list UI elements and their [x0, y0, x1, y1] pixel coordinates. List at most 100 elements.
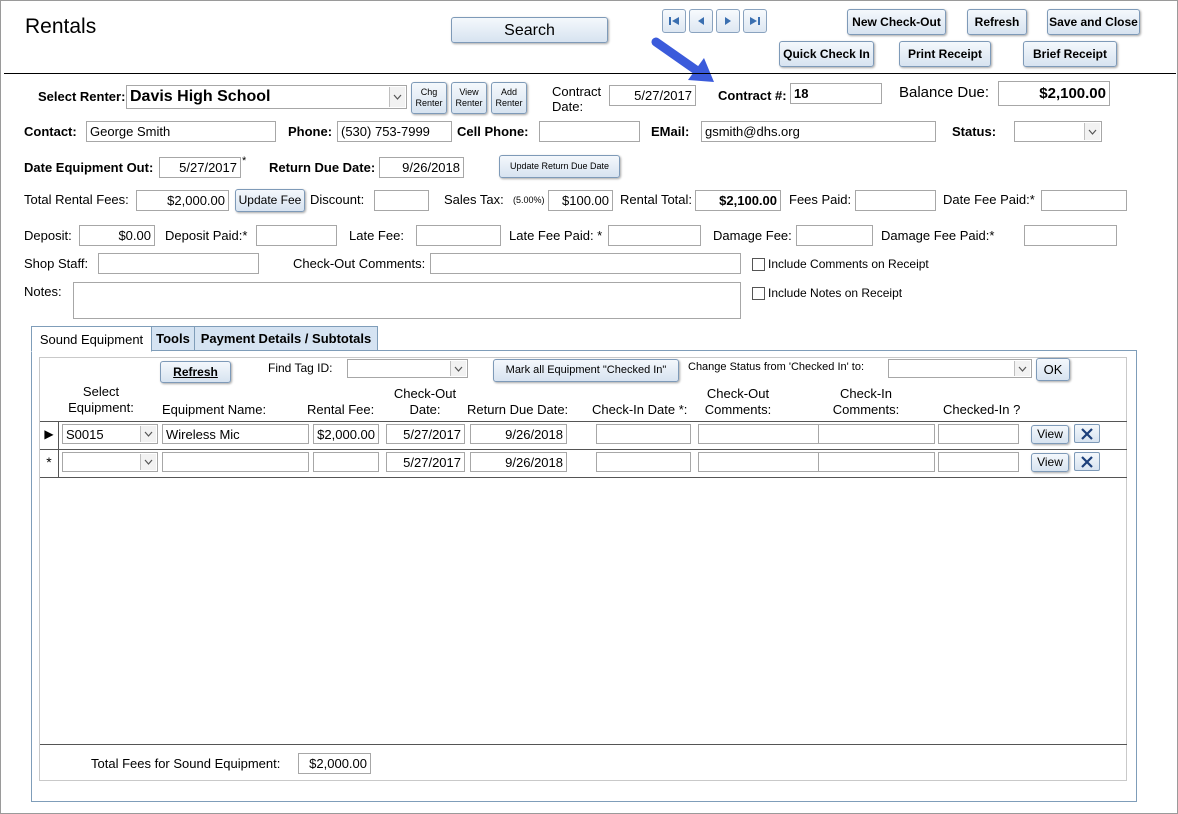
contract-number-label: Contract #:: [718, 88, 787, 103]
delete-row-button[interactable]: [1074, 424, 1100, 443]
contract-number-field[interactable]: 18: [790, 83, 882, 104]
balance-due-field: $2,100.00: [998, 81, 1110, 106]
include-notes-checkbox[interactable]: [752, 287, 765, 300]
contract-date-label: Contract Date:: [552, 84, 602, 114]
phone-field[interactable]: (530) 753-7999: [337, 121, 452, 142]
rental-fee-field[interactable]: $2,000.00: [313, 424, 379, 444]
late-fee-paid-field[interactable]: [608, 225, 701, 246]
date-equipment-out-field[interactable]: 5/27/2017: [159, 157, 241, 178]
equipment-name-field[interactable]: [162, 452, 309, 472]
col-select-equipment: Select Equipment:: [68, 384, 134, 415]
contact-field[interactable]: George Smith: [86, 121, 276, 142]
checkout-comments-cell[interactable]: [698, 452, 819, 472]
view-button[interactable]: View: [1031, 425, 1069, 444]
phone-label: Phone:: [288, 124, 333, 139]
grid-header-divider: [40, 421, 1127, 422]
total-rental-fees-label: Total Rental Fees:: [24, 192, 129, 207]
view-button[interactable]: View: [1031, 453, 1069, 472]
return-due-date-cell[interactable]: 9/26/2018: [470, 424, 567, 444]
shop-staff-field[interactable]: [98, 253, 259, 274]
view-renter-button[interactable]: View Renter: [451, 82, 487, 114]
notes-field[interactable]: [73, 282, 741, 319]
late-fee-field[interactable]: [416, 225, 501, 246]
checkin-date-field[interactable]: [596, 424, 691, 444]
email-field[interactable]: gsmith@dhs.org: [701, 121, 936, 142]
update-return-due-date-button[interactable]: Update Return Due Date: [499, 155, 620, 178]
date-fee-paid-field[interactable]: [1041, 190, 1127, 211]
chevron-down-icon[interactable]: [140, 426, 156, 442]
quick-check-in-button[interactable]: Quick Check In: [779, 41, 874, 67]
chevron-down-icon[interactable]: [1084, 123, 1100, 140]
select-renter-value: Davis High School: [130, 88, 271, 105]
damage-fee-paid-field[interactable]: [1024, 225, 1117, 246]
discount-field[interactable]: [374, 190, 429, 211]
add-renter-button[interactable]: Add Renter: [491, 82, 527, 114]
checkout-comments-cell[interactable]: [698, 424, 819, 444]
print-receipt-button[interactable]: Print Receipt: [899, 41, 991, 67]
checkin-comments-cell[interactable]: [818, 424, 935, 444]
mark-all-checked-in-button[interactable]: Mark all Equipment "Checked In": [493, 359, 679, 382]
deposit-field[interactable]: $0.00: [79, 225, 155, 246]
date-out-required-marker: *: [242, 155, 247, 167]
equipment-combo[interactable]: S0015: [62, 424, 158, 444]
new-checkout-button[interactable]: New Check-Out: [847, 9, 946, 35]
row-selector-current[interactable]: ▶: [40, 421, 58, 447]
contract-date-field[interactable]: 5/27/2017: [609, 85, 696, 106]
search-button[interactable]: Search: [451, 17, 608, 43]
checkout-date-field[interactable]: 5/27/2017: [386, 452, 465, 472]
include-notes-label: Include Notes on Receipt: [768, 286, 903, 300]
chevron-down-icon[interactable]: [1014, 361, 1030, 376]
checkout-comments-field[interactable]: [430, 253, 741, 274]
change-status-label: Change Status from 'Checked In' to:: [688, 361, 865, 373]
next-record-button[interactable]: [716, 9, 740, 33]
return-due-date-cell[interactable]: 9/26/2018: [470, 452, 567, 472]
include-comments-checkbox[interactable]: [752, 258, 765, 271]
row-selector-new[interactable]: *: [40, 449, 58, 475]
refresh-button[interactable]: Refresh: [967, 9, 1027, 35]
fees-paid-field[interactable]: [855, 190, 936, 211]
next-record-icon: [725, 17, 731, 25]
tab-payment-details[interactable]: Payment Details / Subtotals: [194, 326, 378, 351]
brief-receipt-button[interactable]: Brief Receipt: [1023, 41, 1117, 67]
include-comments-label: Include Comments on Receipt: [768, 257, 929, 271]
subform-refresh-button[interactable]: Refresh: [160, 361, 231, 383]
checkout-comments-label: Check-Out Comments:: [293, 256, 426, 271]
cell-phone-field[interactable]: [539, 121, 640, 142]
return-due-date-field[interactable]: 9/26/2018: [379, 157, 464, 178]
total-fees-label: Total Fees for Sound Equipment:: [91, 756, 281, 771]
first-record-button[interactable]: [662, 9, 686, 33]
checked-in-cell[interactable]: [938, 452, 1019, 472]
change-status-combo[interactable]: [888, 359, 1032, 378]
last-record-icon: [750, 17, 760, 25]
last-record-button[interactable]: [743, 9, 767, 33]
checked-in-cell[interactable]: [938, 424, 1019, 444]
tab-tools[interactable]: Tools: [151, 326, 195, 351]
col-checkout-date: Check-Out Date:: [393, 386, 457, 417]
tab-sound-equipment[interactable]: Sound Equipment: [31, 326, 152, 352]
select-renter-combo[interactable]: Davis High School: [126, 85, 407, 109]
update-fee-button[interactable]: Update Fee: [235, 189, 305, 212]
checkin-comments-cell[interactable]: [818, 452, 935, 472]
chevron-down-icon[interactable]: [140, 454, 156, 470]
equipment-name-field[interactable]: Wireless Mic: [162, 424, 309, 444]
ok-button[interactable]: OK: [1036, 358, 1070, 381]
rental-fee-field[interactable]: [313, 452, 379, 472]
checkin-date-field[interactable]: [596, 452, 691, 472]
status-combo[interactable]: [1014, 121, 1102, 142]
delete-row-button[interactable]: [1074, 452, 1100, 471]
sales-tax-label: Sales Tax:: [444, 192, 504, 207]
close-icon: [1081, 427, 1093, 440]
previous-record-button[interactable]: [689, 9, 713, 33]
chevron-down-icon[interactable]: [450, 361, 466, 376]
chg-renter-button[interactable]: Chg Renter: [411, 82, 447, 114]
annotation-arrow-icon: [651, 37, 714, 82]
damage-fee-field[interactable]: [796, 225, 873, 246]
equipment-combo[interactable]: [62, 452, 158, 472]
checkout-date-field[interactable]: 5/27/2017: [386, 424, 465, 444]
find-tag-id-label: Find Tag ID:: [268, 361, 333, 375]
find-tag-id-combo[interactable]: [347, 359, 468, 378]
deposit-paid-field[interactable]: [256, 225, 337, 246]
chevron-down-icon[interactable]: [389, 87, 405, 107]
col-checkin-date: Check-In Date *:: [592, 402, 688, 417]
save-and-close-button[interactable]: Save and Close: [1047, 9, 1140, 35]
